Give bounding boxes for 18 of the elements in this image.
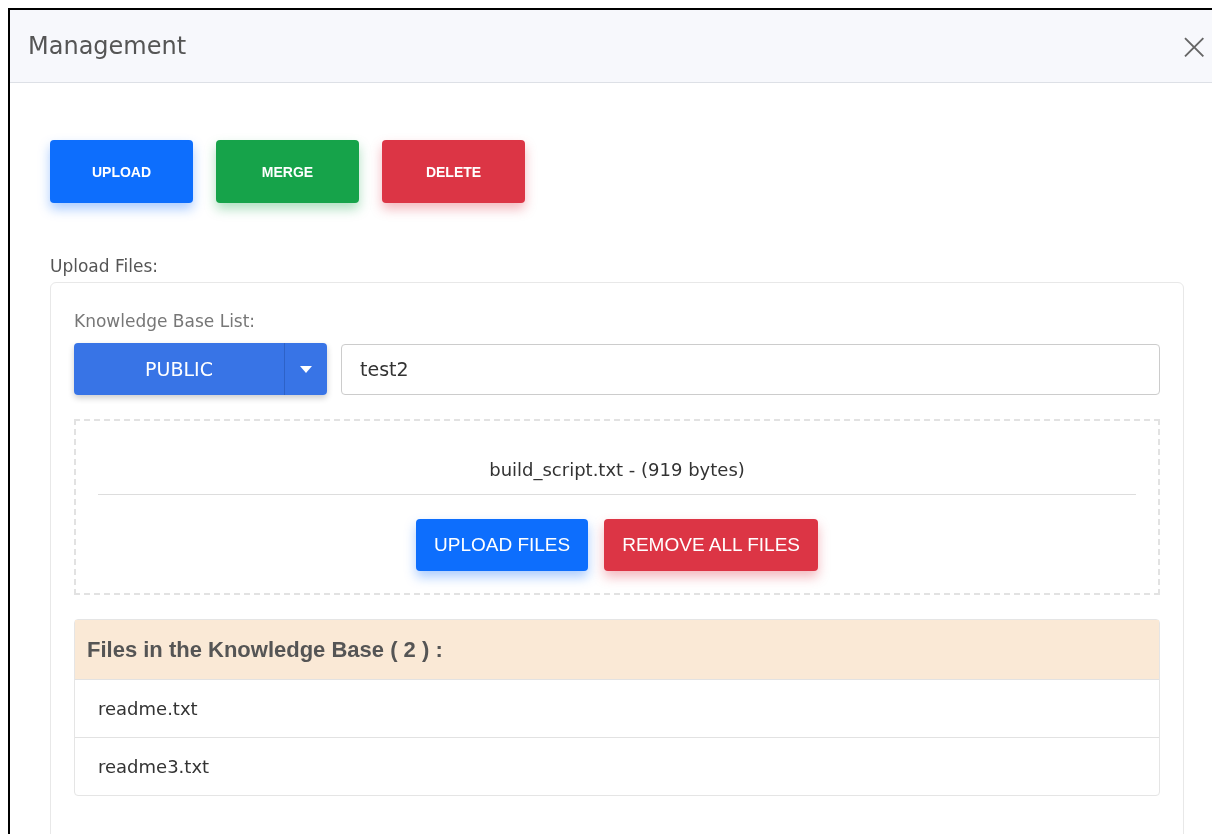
caret-icon <box>300 365 312 373</box>
file-row[interactable]: readme3.txt <box>75 737 1159 795</box>
section-label: Upload Files: <box>50 256 158 276</box>
upload-action-button[interactable]: REMOVE ALL FILES <box>604 519 818 571</box>
dialog-title: Management <box>28 32 187 60</box>
close-button[interactable]: × <box>1174 27 1212 65</box>
field-label: Knowledge Base List: <box>74 311 256 331</box>
action-button[interactable]: DELETE <box>382 140 525 203</box>
dropdown-toggle[interactable] <box>285 343 327 395</box>
action-button[interactable]: UPLOAD <box>50 140 193 203</box>
upload-action-button[interactable]: UPLOAD FILES <box>416 519 589 571</box>
name-input[interactable]: test2 <box>341 343 1160 395</box>
action-button[interactable]: MERGE <box>216 140 359 203</box>
files-heading: Files in the Knowledge Base ( 2 ) : <box>75 620 1159 679</box>
file-row[interactable]: readme.txt <box>75 679 1159 737</box>
knowledge-base-select[interactable]: PUBLIC <box>74 343 285 395</box>
drop-zone[interactable]: build_script.txt - (919 bytes) UPLOAD FILES REMOVE ALL FILES <box>74 419 1160 595</box>
pending-file: build_script.txt - (919 bytes) <box>489 459 745 480</box>
